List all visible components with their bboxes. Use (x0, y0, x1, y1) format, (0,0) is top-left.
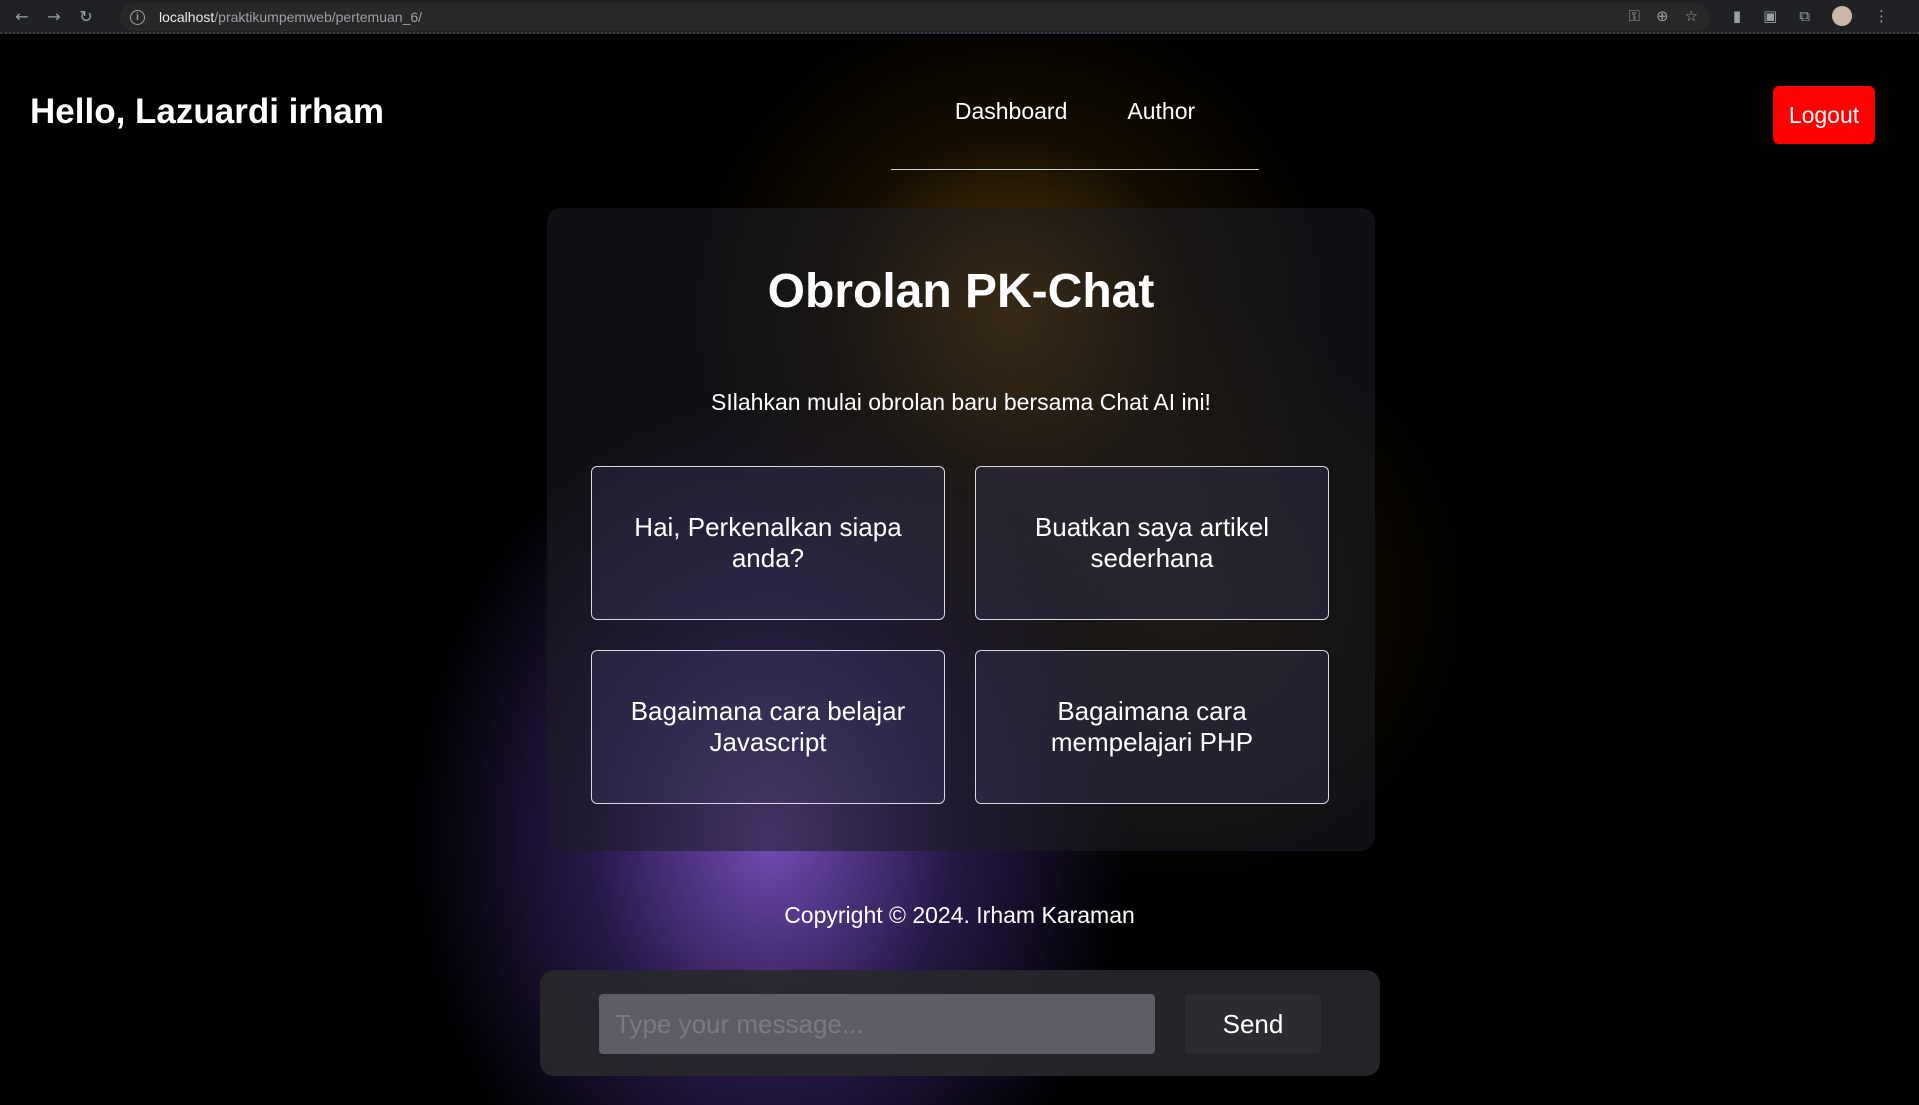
chat-title: Obrolan PK-Chat (767, 265, 1155, 318)
back-icon[interactable]: ← (6, 0, 38, 32)
extension-icon[interactable]: ▮ (1733, 7, 1741, 25)
suggestion-card[interactable]: Buatkan saya artikel sederhana (975, 466, 1329, 620)
chat-card: Obrolan PK-Chat SIlahkan mulai obrolan b… (547, 208, 1375, 851)
zoom-icon[interactable]: ⊕ (1656, 7, 1669, 25)
suggestion-card[interactable]: Bagaimana cara mempelajari PHP (975, 650, 1329, 804)
forward-icon[interactable]: → (38, 0, 70, 32)
avatar[interactable] (1832, 6, 1852, 26)
nav-link-dashboard[interactable]: Dashboard (955, 98, 1068, 125)
message-composer: Send (540, 970, 1380, 1076)
url-host: localhost (159, 9, 215, 25)
greeting-title: Hello, Lazuardi irham (30, 92, 384, 131)
suggestion-card[interactable]: Hai, Perkenalkan siapa anda? (591, 466, 945, 620)
info-icon[interactable]: i (130, 9, 145, 25)
logout-button[interactable]: Logout (1773, 86, 1875, 144)
extension-icons: ▮ ▣ ⧉ ⋮ (1733, 6, 1889, 26)
tab-icon[interactable]: ▣ (1763, 7, 1777, 25)
reload-icon[interactable]: ↻ (70, 0, 102, 32)
browser-toolbar: ← → ↻ i localhost/praktikumpemweb/pertem… (0, 0, 1919, 34)
omnibox-actions: ⚿ ⊕ ☆ (1629, 7, 1698, 25)
main-nav: Dashboard Author (891, 98, 1259, 170)
copyright-text: Copyright © 2024. Irham Karaman (784, 902, 1135, 928)
send-button[interactable]: Send (1185, 994, 1321, 1054)
suggestion-card[interactable]: Bagaimana cara belajar Javascript (591, 650, 945, 804)
url-path: /praktikumpemweb/pertemuan_6/ (214, 9, 423, 25)
key-icon[interactable]: ⚿ (1629, 7, 1640, 25)
nav-link-author[interactable]: Author (1127, 98, 1195, 125)
page-background: Hello, Lazuardi irham Dashboard Author L… (0, 36, 1919, 1105)
message-input[interactable] (599, 994, 1155, 1054)
chat-subtitle: SIlahkan mulai obrolan baru bersama Chat… (711, 389, 1211, 415)
puzzle-icon[interactable]: ⧉ (1799, 7, 1810, 25)
kebab-menu-icon[interactable]: ⋮ (1874, 7, 1889, 25)
star-icon[interactable]: ☆ (1685, 7, 1698, 25)
address-bar[interactable]: i localhost/praktikumpemweb/pertemuan_6/… (120, 3, 1710, 31)
